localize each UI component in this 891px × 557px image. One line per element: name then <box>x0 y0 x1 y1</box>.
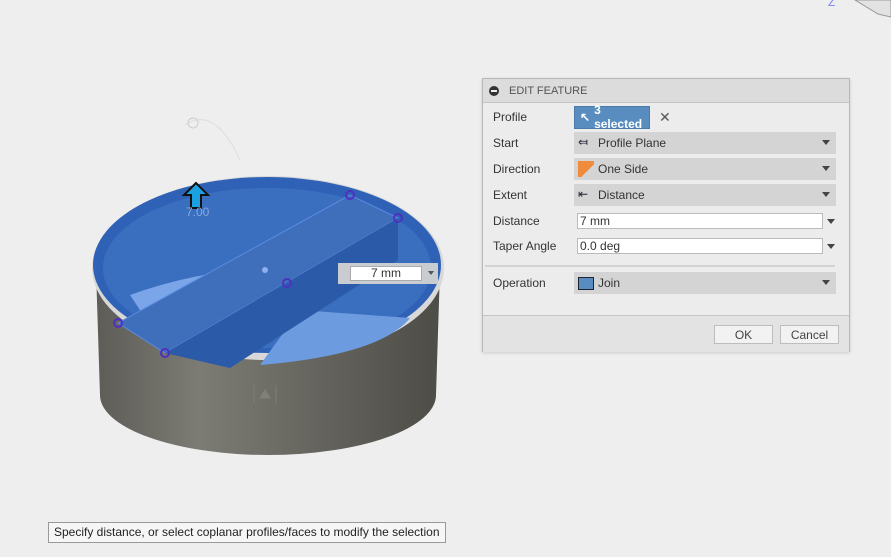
ok-button[interactable]: OK <box>714 325 773 344</box>
operation-label: Operation <box>493 276 546 290</box>
direction-label: Direction <box>493 162 541 176</box>
taper-angle-label: Taper Angle <box>493 239 557 253</box>
cursor-icon: ↖ <box>580 110 591 124</box>
taper-angle-input[interactable]: 0.0 deg <box>577 238 823 254</box>
edit-feature-dialog: EDIT FEATURE Profile ↖ 3 selected ✕ Star… <box>482 78 850 352</box>
distance-input[interactable]: 7 mm <box>577 213 823 229</box>
status-tooltip: Specify distance, or select coplanar pro… <box>48 522 446 543</box>
chevron-down-icon <box>822 280 830 285</box>
start-dropdown[interactable]: ⤆ Profile Plane <box>574 132 836 154</box>
extent-label: Extent <box>493 188 528 202</box>
start-value: Profile Plane <box>598 136 667 150</box>
start-label: Start <box>493 136 519 150</box>
rotation-arc <box>184 119 241 161</box>
profile-selection-button[interactable]: ↖ 3 selected <box>574 103 650 131</box>
profile-label: Profile <box>493 110 528 124</box>
collapse-icon[interactable] <box>489 85 499 96</box>
viewcube-z-label: Z <box>828 0 835 9</box>
distance-label: Distance <box>493 214 540 228</box>
chevron-down-icon <box>822 166 830 171</box>
viewcube[interactable] <box>854 0 891 18</box>
chevron-down-icon[interactable] <box>428 271 434 275</box>
chevron-down-icon <box>822 140 830 145</box>
clear-selection-icon[interactable]: ✕ <box>659 109 671 126</box>
manipulator-value: 7.00 <box>186 205 210 219</box>
dialog-header: EDIT FEATURE <box>483 79 849 103</box>
distance-icon: ⇤ <box>578 187 589 201</box>
direction-value: One Side <box>598 162 649 176</box>
chevron-down-icon <box>822 192 830 197</box>
direction-dropdown[interactable]: One Side <box>574 158 836 180</box>
chevron-down-icon[interactable] <box>827 218 835 224</box>
one-side-icon <box>578 161 594 177</box>
extent-value: Distance <box>598 188 645 202</box>
dialog-title: EDIT FEATURE <box>509 84 588 97</box>
extent-dropdown[interactable]: ⇤ Distance <box>574 184 836 206</box>
operation-value: Join <box>598 276 621 290</box>
chevron-down-icon[interactable] <box>827 243 835 249</box>
cancel-button[interactable]: Cancel <box>780 325 839 344</box>
profile-value: 3 selected <box>594 103 643 131</box>
join-icon <box>578 276 594 290</box>
distance-input-overlay[interactable]: 7 mm <box>338 263 438 284</box>
profile-plane-icon: ⤆ <box>578 135 589 149</box>
distance-overlay-field[interactable]: 7 mm <box>350 266 422 281</box>
cylinder-body <box>92 176 444 455</box>
operation-dropdown[interactable]: Join <box>574 272 836 294</box>
divider <box>485 265 835 267</box>
